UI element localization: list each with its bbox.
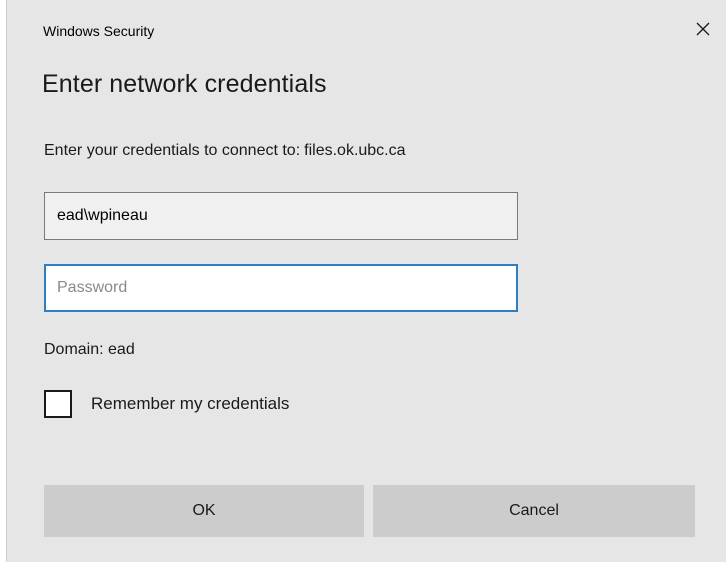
password-field[interactable] bbox=[44, 264, 518, 312]
host-name: files.ok.ubc.ca bbox=[304, 142, 406, 159]
close-button[interactable] bbox=[686, 14, 720, 48]
domain-label: Domain: ead bbox=[44, 341, 135, 358]
connect-prompt: Enter your credentials to connect to: fil… bbox=[44, 142, 406, 160]
close-icon bbox=[695, 21, 711, 42]
connect-prompt-text: Enter your credentials to connect to: bbox=[44, 142, 301, 159]
ok-button[interactable]: OK bbox=[44, 485, 364, 537]
window-title: Windows Security bbox=[43, 23, 155, 39]
remember-label: Remember my credentials bbox=[91, 394, 290, 413]
dialog-heading: Enter network credentials bbox=[42, 70, 327, 98]
credentials-dialog: Windows Security Enter network credentia… bbox=[6, 0, 726, 562]
username-field[interactable] bbox=[44, 192, 518, 240]
remember-checkbox[interactable] bbox=[44, 390, 72, 418]
cancel-button[interactable]: Cancel bbox=[373, 485, 695, 537]
remember-credentials-option[interactable]: Remember my credentials bbox=[44, 390, 289, 418]
